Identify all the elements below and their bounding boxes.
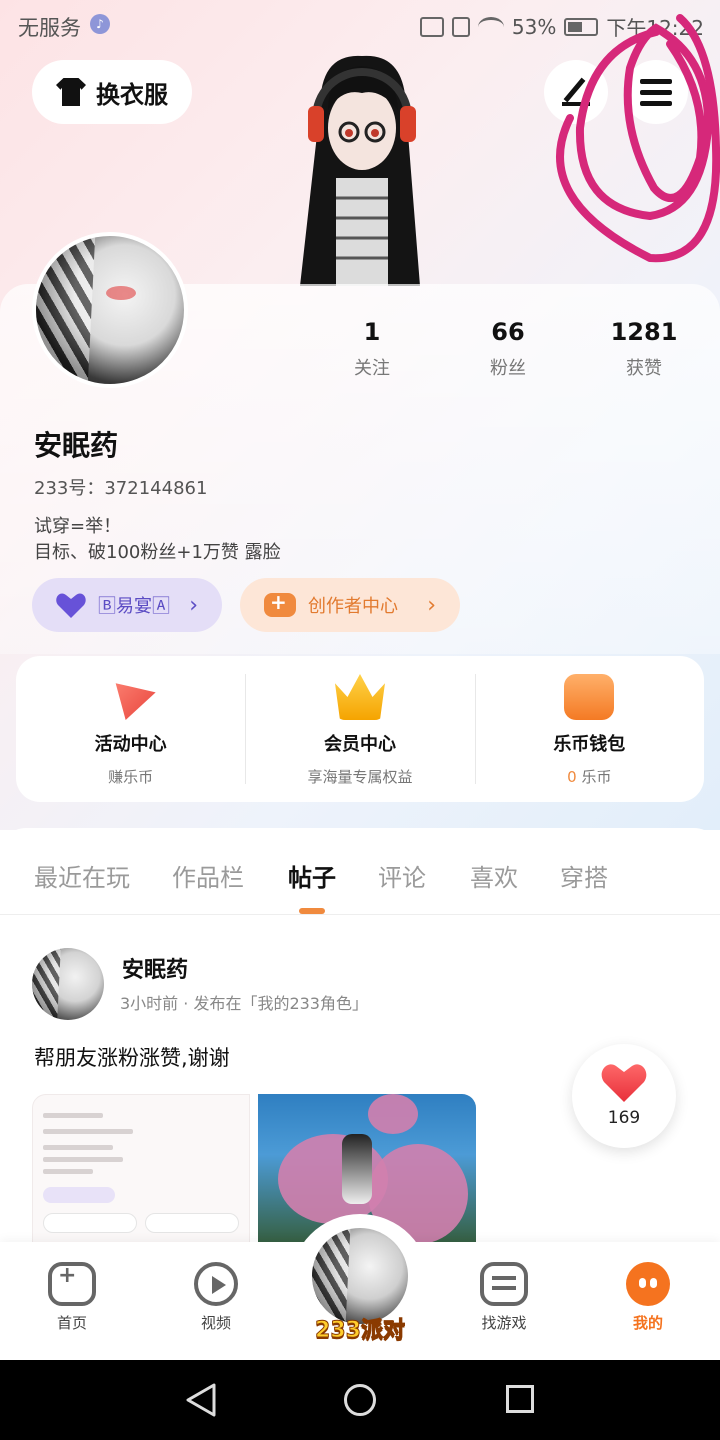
profile-tabs: 最近在玩 作品栏 帖子 评论 喜欢 穿搭 (0, 858, 720, 916)
wallet-balance-value: 0 (567, 768, 577, 786)
edit-profile-button[interactable] (544, 60, 608, 124)
followers-count: 66 (491, 318, 525, 346)
tab-outfits[interactable]: 穿搭 (560, 858, 608, 893)
nav-video-label: 视频 (200, 1314, 231, 1332)
tab-divider (0, 914, 720, 915)
like-button[interactable]: 169 (572, 1044, 676, 1148)
nav-me[interactable]: 我的 (600, 1262, 696, 1333)
music-icon: ♪ (90, 14, 110, 34)
activity-center-title: 活动中心 (94, 734, 167, 755)
party-center-button[interactable]: 233派对 (290, 1214, 430, 1354)
post-author-avatar[interactable] (32, 948, 104, 1020)
status-icons: 53% 下午12:22 (419, 12, 704, 41)
following-label: 关注 (354, 358, 390, 379)
feed-section: 最近在玩 作品栏 帖子 评论 喜欢 穿搭 安眠药 3小时前 · 发布在「我的23… (0, 828, 720, 1248)
profile-bio: 试穿=举！ 目标、破100粉丝+1万赞 露脸 (34, 514, 281, 566)
status-bar: 无服务 ♪ 53% 下午12:22 (0, 0, 720, 52)
post-meta: 3小时前 · 发布在「我的233角色」 (120, 994, 368, 1013)
likes-label: 获赞 (626, 358, 662, 379)
exchange-pill[interactable]: 🄱易宴🄰 › (32, 578, 222, 632)
wallet-item[interactable]: 乐币钱包 0 乐币 (474, 656, 704, 802)
bio-line-1: 试穿=举！ (34, 516, 122, 537)
vip-center-title: 会员中心 (323, 734, 396, 755)
activity-center-subtitle: 赚乐币 (108, 768, 154, 786)
nav-find-games[interactable]: 找游戏 (456, 1262, 552, 1333)
battery-icon (564, 17, 599, 36)
list-icon (480, 1262, 528, 1306)
profile-username: 安眠药 (34, 429, 119, 462)
nav-me-label: 我的 (632, 1314, 663, 1332)
creator-center-pill[interactable]: 创作者中心 › (240, 578, 460, 632)
gamepad-icon (48, 1262, 96, 1306)
recent-apps-icon[interactable] (506, 1385, 534, 1413)
chevron-right-icon: › (189, 592, 198, 618)
tab-comments[interactable]: 评论 (378, 858, 426, 893)
profile-id: 233号：372144861 (34, 478, 208, 499)
stat-likes[interactable]: 1281 获赞 (594, 318, 694, 380)
change-outfit-label: 换衣服 (96, 80, 168, 109)
smiley-icon (626, 1262, 670, 1306)
change-outfit-button[interactable]: 换衣服 (32, 60, 192, 124)
nav-find-games-label: 找游戏 (481, 1314, 527, 1332)
followers-label: 粉丝 (490, 358, 526, 379)
party-avatar (312, 1228, 408, 1324)
party-popper-icon (115, 683, 156, 720)
likes-count: 1281 (610, 318, 678, 346)
back-icon[interactable] (184, 1382, 218, 1418)
nav-home[interactable]: 首页 (24, 1262, 120, 1333)
menu-button[interactable] (624, 60, 688, 124)
carrier-text: 无服务 (18, 16, 81, 40)
heart-icon (601, 1062, 647, 1102)
party-label: 233派对 (315, 1318, 406, 1344)
activity-center-item[interactable]: 活动中心 赚乐币 (16, 656, 245, 802)
stat-followers[interactable]: 66 粉丝 (458, 318, 558, 380)
gamepad-icon (264, 590, 296, 617)
menu-icon (640, 78, 672, 106)
wifi-icon (477, 16, 504, 37)
following-count: 1 (363, 318, 381, 346)
avatar-character-image[interactable] (270, 48, 450, 286)
nav-home-label: 首页 (56, 1314, 87, 1332)
exchange-pill-label: 🄱易宴🄰 (98, 596, 170, 617)
system-navigation-bar (0, 1360, 720, 1440)
like-count: 169 (607, 1108, 641, 1128)
tshirt-icon (56, 78, 86, 106)
wallet-title: 乐币钱包 (553, 734, 626, 755)
tab-posts[interactable]: 帖子 (288, 858, 336, 893)
post-image-1[interactable] (32, 1094, 250, 1246)
battery-percent: 53% (511, 14, 557, 39)
post-author-name[interactable]: 安眠药 (122, 952, 188, 984)
tab-recently-played[interactable]: 最近在玩 (34, 858, 130, 893)
vibrate-icon (451, 16, 470, 37)
post-text[interactable]: 帮朋友涨粉涨赞,谢谢 (34, 1042, 230, 1072)
vip-center-item[interactable]: 会员中心 享海量专属权益 (245, 656, 474, 802)
wallet-balance-unit: 乐币 (581, 768, 612, 786)
tab-likes[interactable]: 喜欢 (470, 858, 518, 893)
wallet-balance: 0 乐币 (475, 766, 704, 787)
clock-text: 下午12:22 (606, 16, 704, 40)
nav-video[interactable]: 视频 (168, 1262, 264, 1333)
chevron-right-icon: › (427, 592, 436, 618)
home-icon[interactable] (344, 1384, 376, 1416)
heart-icon (56, 592, 86, 618)
crown-icon (334, 674, 385, 720)
stat-following[interactable]: 1 关注 (322, 318, 422, 380)
play-icon (194, 1262, 238, 1306)
tab-works[interactable]: 作品栏 (172, 858, 244, 893)
profile-avatar[interactable] (32, 232, 188, 388)
wallet-icon (564, 674, 615, 720)
bio-line-2: 目标、破100粉丝+1万赞 露脸 (34, 542, 281, 563)
pencil-icon (562, 78, 590, 106)
creator-center-label: 创作者中心 (308, 596, 398, 617)
services-card: 活动中心 赚乐币 会员中心 享海量专属权益 乐币钱包 0 乐币 (16, 656, 704, 802)
cast-icon (419, 16, 444, 37)
vip-center-subtitle: 享海量专属权益 (307, 768, 413, 786)
